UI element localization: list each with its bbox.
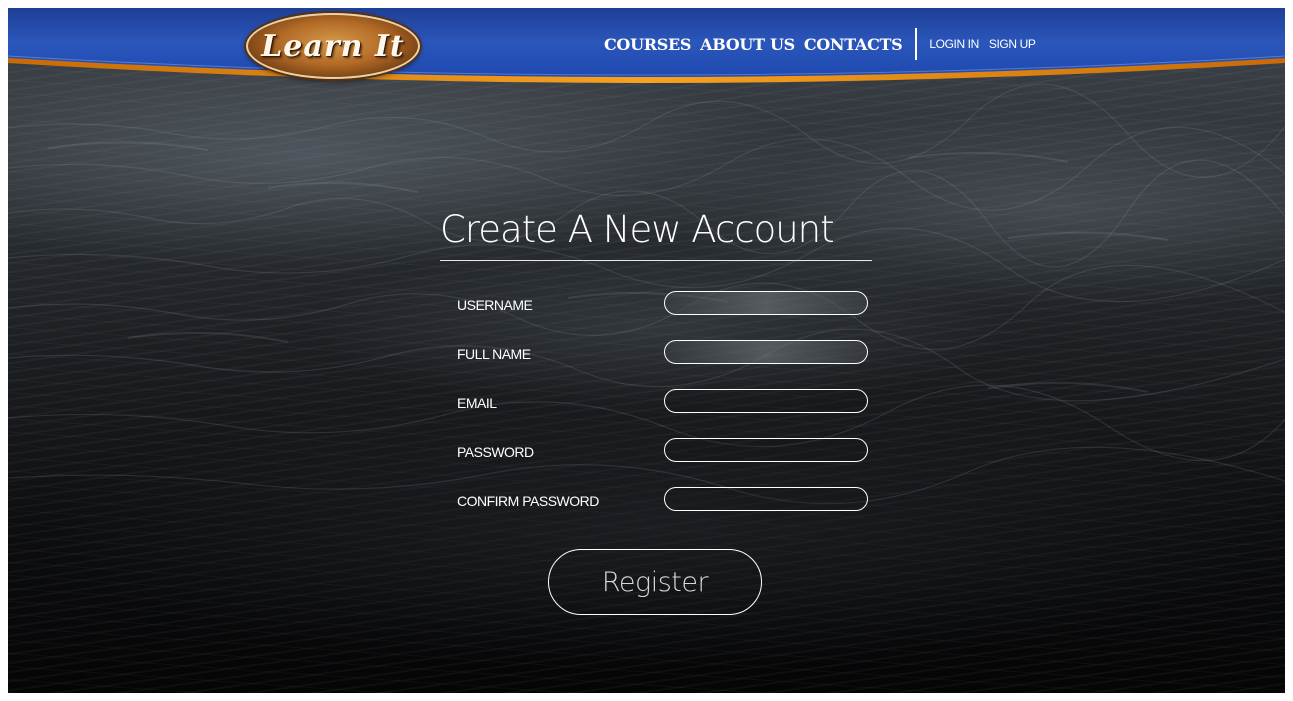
username-label: USERNAME — [457, 297, 533, 313]
confirm-password-input[interactable] — [664, 487, 868, 511]
password-label: PASSWORD — [457, 444, 534, 460]
email-row: EMAIL — [457, 389, 872, 417]
nav-divider — [915, 28, 918, 60]
username-row: USERNAME — [457, 291, 872, 319]
confirm-password-label: CONFIRM PASSWORD — [457, 493, 599, 509]
learn-it-logo[interactable]: Learn It — [246, 13, 420, 79]
full-name-row: FULL NAME — [457, 340, 872, 368]
nav-courses[interactable]: COURSES — [604, 35, 691, 54]
page: Learn It COURSES ABOUT US CONTACTS LOGIN… — [8, 8, 1285, 693]
register-button[interactable]: Register — [548, 549, 762, 615]
nav-login[interactable]: LOGIN IN — [929, 37, 979, 51]
email-input[interactable] — [664, 389, 868, 413]
logo-text: Learn It — [261, 28, 405, 64]
email-label: EMAIL — [457, 395, 497, 411]
full-name-label: FULL NAME — [457, 346, 531, 362]
title-divider — [440, 260, 872, 261]
nav-about-us[interactable]: ABOUT US — [700, 35, 795, 54]
confirm-password-row: CONFIRM PASSWORD — [457, 487, 872, 515]
main-nav: COURSES ABOUT US CONTACTS LOGIN IN SIGN … — [604, 28, 1045, 60]
nav-contacts[interactable]: CONTACTS — [804, 35, 903, 54]
password-row: PASSWORD — [457, 438, 872, 466]
username-input[interactable] — [664, 291, 868, 315]
form-title: Create A New Account — [440, 208, 835, 251]
header-bar: Learn It COURSES ABOUT US CONTACTS LOGIN… — [8, 8, 1285, 103]
nav-signup[interactable]: SIGN UP — [989, 37, 1036, 51]
full-name-input[interactable] — [664, 340, 868, 364]
password-input[interactable] — [664, 438, 868, 462]
